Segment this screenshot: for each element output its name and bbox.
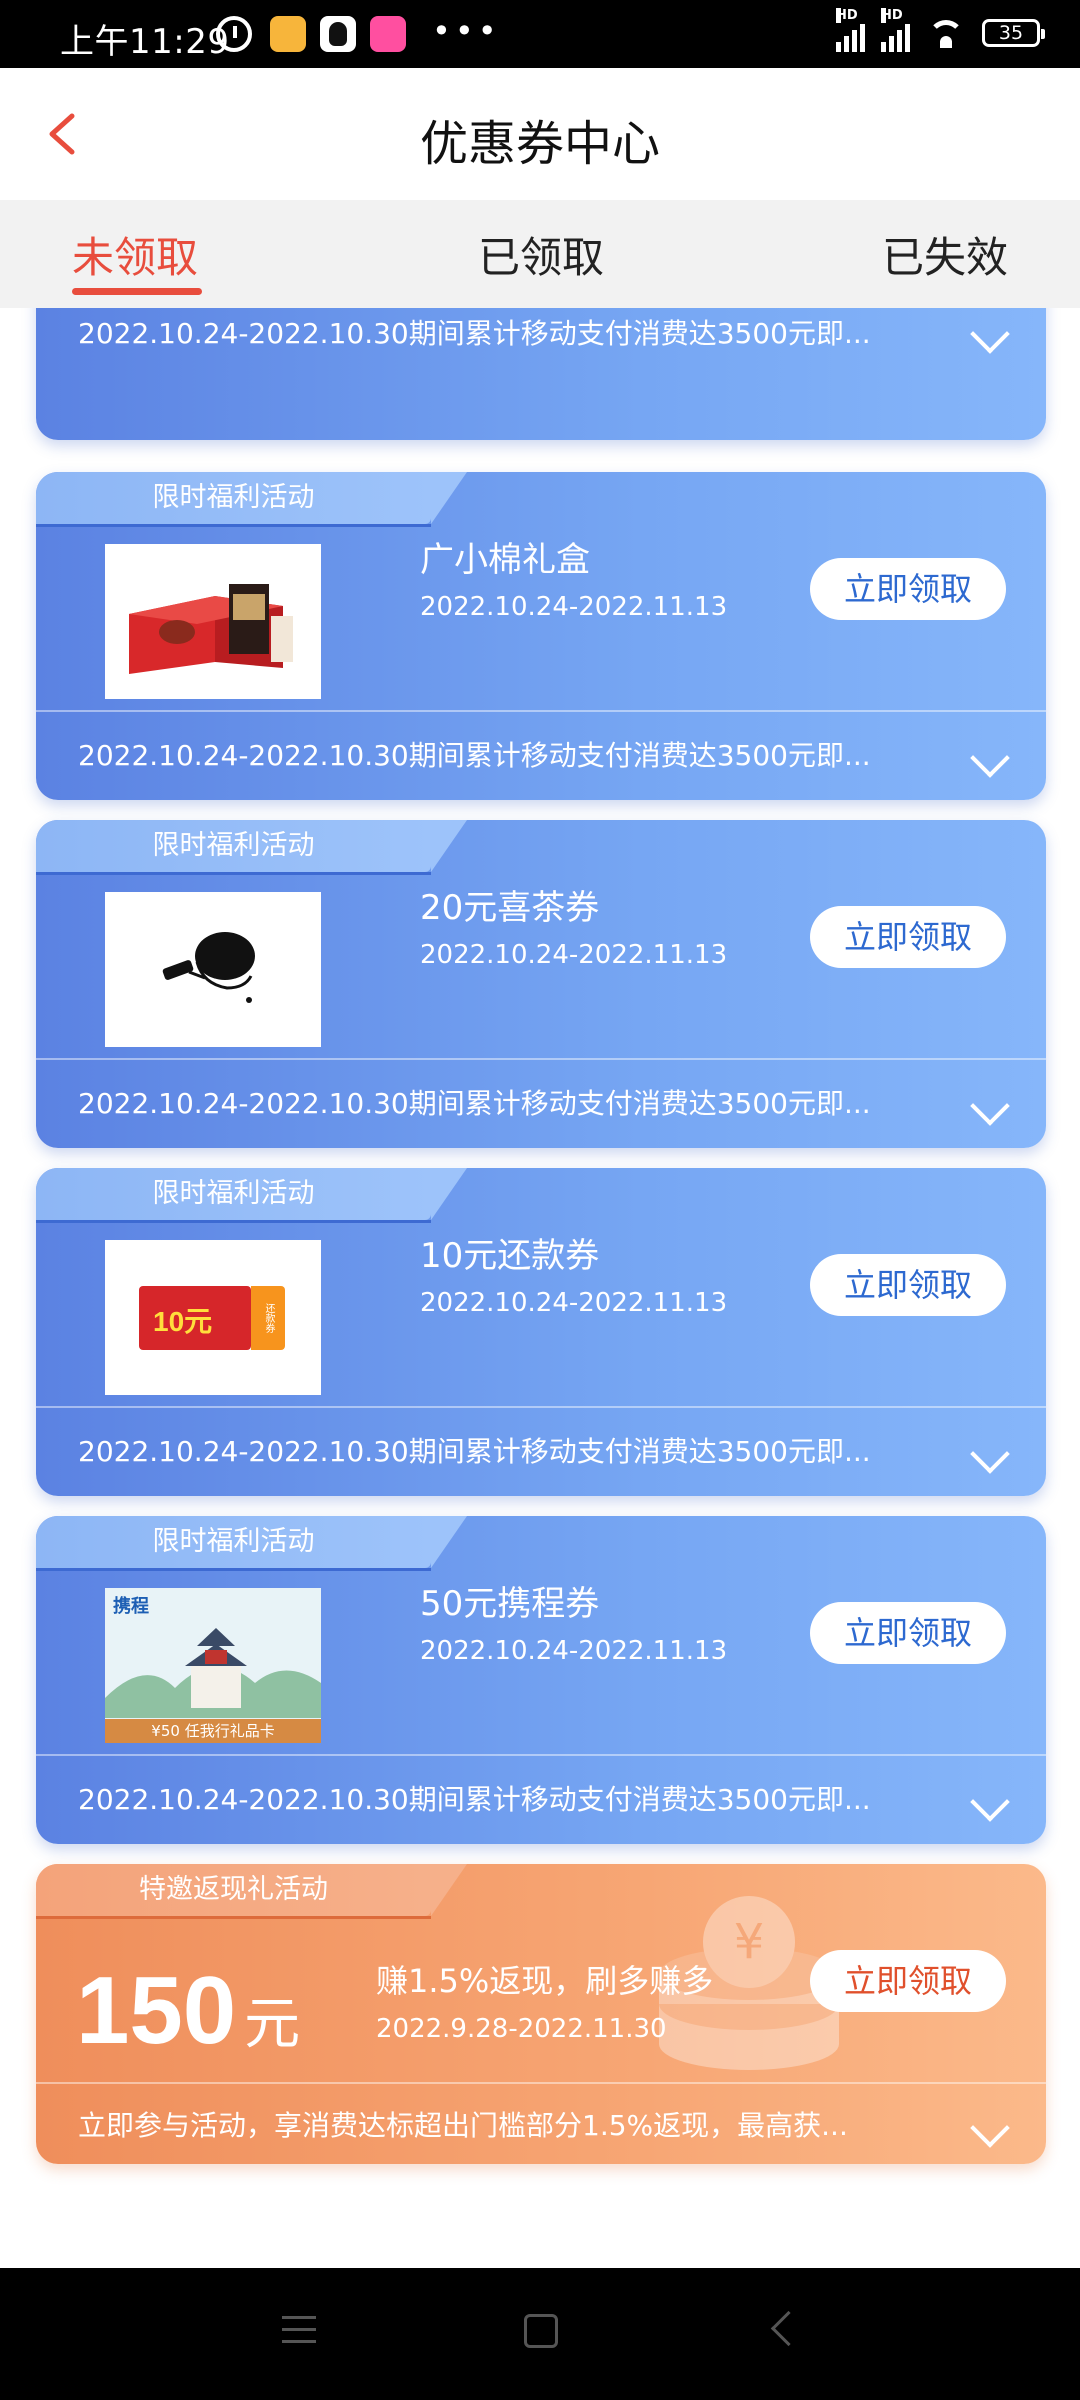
- claim-button[interactable]: 立即领取: [810, 558, 1006, 620]
- ribbon-underline: [36, 1568, 431, 1571]
- ribbon-underline: [36, 872, 431, 875]
- tab-expired[interactable]: 已失效: [882, 224, 1008, 285]
- chevron-down-icon[interactable]: [970, 1434, 1010, 1474]
- signal-icon-2: HD: [881, 8, 910, 52]
- chevron-down-icon[interactable]: [970, 1086, 1010, 1126]
- system-nav-bar: [0, 2268, 1080, 2400]
- coupon-description: 2022.10.24-2022.10.30期间累计移动支付消费达3500元即..…: [78, 1087, 871, 1120]
- tab-bar: 未领取 已领取 已失效: [0, 200, 1080, 308]
- battery-icon: 35: [982, 19, 1045, 47]
- tab-claimed[interactable]: 已领取: [478, 224, 604, 285]
- coupon-title: 广小棉礼盒: [420, 540, 590, 580]
- amount-number: 150: [76, 1957, 237, 2064]
- claim-button[interactable]: 立即领取: [810, 906, 1006, 968]
- heytea-logo-image: [162, 932, 255, 1003]
- coupon-date: 2022.10.24-2022.11.13: [420, 1636, 728, 1666]
- coupon-title: 20元喜茶券: [420, 888, 600, 928]
- chevron-down-icon[interactable]: [970, 314, 1010, 354]
- coupon-card: 限时福利活动 携程 ¥50 任我行礼品卡 50元携程券 2022.10.24-2…: [36, 1516, 1046, 1844]
- chevron-down-icon[interactable]: [970, 2108, 1010, 2148]
- ctrip-caption: ¥50 任我行礼品卡: [105, 1719, 321, 1743]
- coupon-title: 50元携程券: [420, 1584, 600, 1624]
- repayment-coupon-thumbnail: 10元 还款券: [105, 1240, 321, 1395]
- coupon-date: 2022.10.24-2022.11.13: [420, 940, 728, 970]
- chevron-down-icon[interactable]: [970, 738, 1010, 778]
- ribbon-underline: [36, 1916, 431, 1919]
- claim-button[interactable]: 立即领取: [810, 1950, 1006, 2012]
- gift-box-thumbnail: [105, 544, 321, 699]
- coupon-card: 限时福利活动 广小棉礼盒 2022.10.24-2022.11.13 立即领取 …: [36, 472, 1046, 800]
- activity-ribbon: 限时福利活动: [36, 472, 467, 524]
- claim-button[interactable]: 立即领取: [810, 1254, 1006, 1316]
- activity-ribbon: 特邀返现礼活动: [36, 1864, 467, 1916]
- coupon-card: 限时福利活动 10元 还款券 10元还款券 2022.10.24-2022.11…: [36, 1168, 1046, 1496]
- status-time: 上午11:29: [60, 22, 230, 62]
- wifi-icon: [926, 18, 966, 48]
- gift-box-image: [129, 584, 293, 674]
- coupon-card: 2022.10.24-2022.10.30期间累计移动支付消费达3500元即..…: [36, 308, 1046, 440]
- cashback-description: 立即参与活动，享消费达标超出门槛部分1.5%返现，最高获...: [78, 2109, 848, 2142]
- claim-button[interactable]: 立即领取: [810, 1602, 1006, 1664]
- more-notifications-icon: •••: [432, 12, 501, 50]
- card-divider: [36, 1754, 1046, 1756]
- activity-ribbon: 限时福利活动: [36, 1168, 467, 1220]
- heytea-thumbnail: [105, 892, 321, 1047]
- back-icon[interactable]: [770, 2310, 807, 2347]
- active-tab-indicator: [72, 288, 202, 295]
- amount-unit: 元: [244, 1992, 301, 2057]
- activity-ribbon: 限时福利活动: [36, 820, 467, 872]
- ctrip-thumbnail: 携程 ¥50 任我行礼品卡: [105, 1588, 321, 1743]
- alarm-icon: [216, 16, 252, 52]
- ribbon-underline: [36, 1220, 431, 1223]
- coupon-date: 2022.10.24-2022.11.13: [420, 592, 728, 622]
- page-title: 优惠券中心: [419, 116, 660, 172]
- coupon-description: 2022.10.24-2022.10.30期间累计移动支付消费达3500元即..…: [78, 317, 871, 350]
- signal-icon: HD: [836, 8, 865, 52]
- coupon-date: 2022.10.24-2022.11.13: [420, 1288, 728, 1318]
- card-divider: [36, 1406, 1046, 1408]
- status-bar: 上午11:29 ••• HD HD 35: [0, 0, 1080, 68]
- tab-unclaimed[interactable]: 未领取: [72, 224, 198, 285]
- header: 优惠券中心: [0, 68, 1080, 200]
- svg-text:¥: ¥: [734, 1914, 765, 1970]
- cashback-amount: 150 元: [76, 1956, 300, 2066]
- shopping-app-icon: [370, 16, 406, 52]
- cashback-date: 2022.9.28-2022.11.30: [376, 2014, 667, 2044]
- thumb-tag: 还款券: [251, 1286, 285, 1350]
- card-divider: [36, 710, 1046, 712]
- qq-app-icon: [320, 16, 356, 52]
- recent-apps-icon[interactable]: [282, 2316, 316, 2352]
- coupon-graphic-red: 10元: [139, 1286, 251, 1350]
- card-divider: [36, 2082, 1046, 2084]
- coupon-list[interactable]: 2022.10.24-2022.10.30期间累计移动支付消费达3500元即..…: [0, 308, 1080, 2268]
- ribbon-underline: [36, 524, 431, 527]
- home-icon[interactable]: [524, 2314, 558, 2348]
- coupon-title: 10元还款券: [420, 1236, 600, 1276]
- coupon-description: 2022.10.24-2022.10.30期间累计移动支付消费达3500元即..…: [78, 739, 871, 772]
- notes-app-icon: [270, 16, 306, 52]
- thumb-amount: 10元: [153, 1306, 213, 1337]
- coupon-description: 2022.10.24-2022.10.30期间累计移动支付消费达3500元即..…: [78, 1435, 871, 1468]
- activity-ribbon: 限时福利活动: [36, 1516, 467, 1568]
- chevron-down-icon[interactable]: [970, 1782, 1010, 1822]
- coupon-description: 2022.10.24-2022.10.30期间累计移动支付消费达3500元即..…: [78, 1783, 871, 1816]
- coupon-card: 限时福利活动 20元喜茶券 2022.10.24-2022.11.13 立即领取…: [36, 820, 1046, 1148]
- cashback-title: 赚1.5%返现，刷多赚多: [376, 1962, 714, 2000]
- card-divider: [36, 1058, 1046, 1060]
- cashback-card: 特邀返现礼活动 ¥ 150 元 赚1.5%返现，刷多赚多 2022.9.28-20…: [36, 1864, 1046, 2164]
